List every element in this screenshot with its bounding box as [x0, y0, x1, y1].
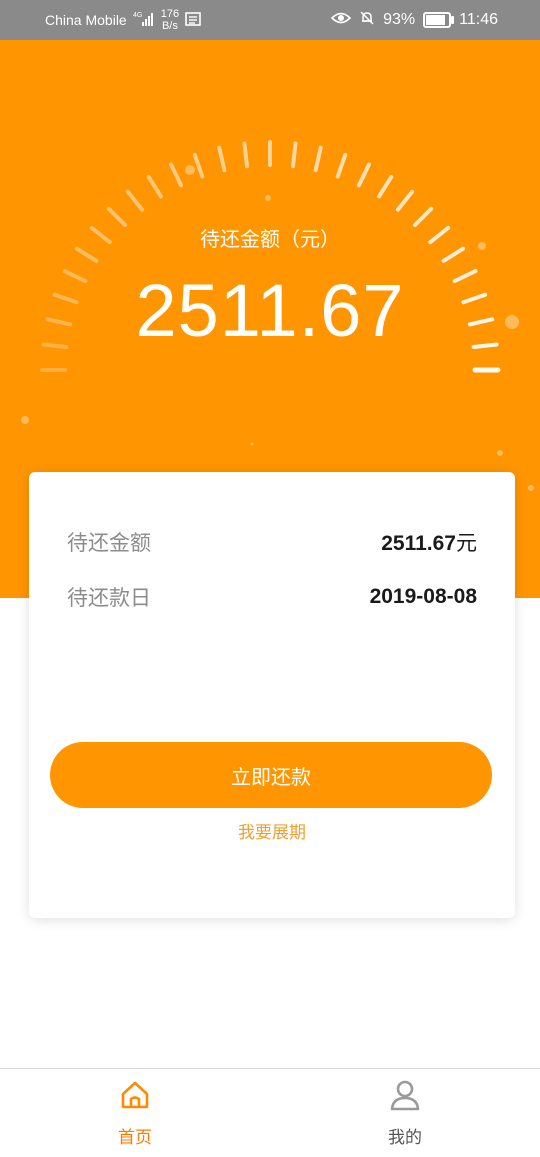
gauge-tick [146, 174, 163, 199]
due-date-label: 待还款日 [67, 586, 151, 610]
status-bar: China Mobile 4G 176 B/s 93% 11:46 [0, 0, 540, 40]
gauge-tick [192, 152, 205, 179]
mute-bell-icon [359, 10, 375, 31]
gauge-tick [125, 189, 145, 212]
due-date-value: 2019-08-08 [369, 585, 477, 608]
repayment-card: 待还金额 2511.67元 待还款日 2019-08-08 立即还款 我要展期 [29, 472, 515, 918]
gauge-sparkle [250, 442, 254, 446]
amount-unit: 元 [456, 531, 477, 555]
gauge-sparkle [497, 450, 503, 456]
eye-icon [330, 11, 352, 30]
home-icon [119, 1079, 151, 1111]
amount-row-label: 待还金额 [67, 531, 151, 555]
status-left: China Mobile 4G 176 B/s [45, 0, 201, 40]
extend-link[interactable]: 我要展期 [29, 818, 515, 843]
gauge-sparkle [21, 416, 29, 424]
hero-label: 待还金额（元） [200, 227, 340, 251]
hero-amount: 2511.67 [135, 269, 405, 352]
gauge-sparkle [265, 195, 271, 201]
due-date-row: 待还款日 2019-08-08 [67, 582, 477, 612]
tab-home-label: 首页 [118, 1128, 152, 1148]
clock: 11:46 [459, 11, 498, 28]
amount-row: 待还金额 2511.67元 [67, 527, 477, 557]
speed-unit: B/s [161, 20, 178, 32]
tab-mine[interactable]: 我的 [335, 1069, 475, 1157]
tab-mine-label: 我的 [388, 1128, 422, 1148]
gauge-tick [313, 145, 323, 173]
battery-percent: 93% [383, 11, 416, 28]
carrier-name: China Mobile [45, 12, 127, 28]
gauge-tick [377, 174, 394, 199]
repay-now-button[interactable]: 立即还款 [50, 742, 492, 808]
profile-icon [389, 1079, 421, 1111]
battery-icon [423, 12, 455, 28]
tab-home[interactable]: 首页 [65, 1069, 205, 1157]
gauge-sparkle [528, 485, 534, 491]
speed-value: 176 [160, 8, 180, 20]
gauge-tick [290, 141, 298, 169]
amount-value: 2511.67 [381, 532, 456, 555]
notification-icon [185, 11, 201, 29]
amount-row-value: 2511.67元 [381, 527, 477, 557]
gauge-tick [335, 152, 348, 179]
gauge-sparkle [185, 165, 195, 175]
gauge-tick [395, 189, 415, 212]
tab-bar: 首页 我的 [0, 1068, 540, 1157]
network-type: 4G [133, 12, 142, 19]
gauge-tick [356, 162, 371, 188]
status-right: 93% 11:46 [330, 0, 498, 40]
network-speed: 176 B/s [161, 8, 179, 32]
gauge-tick [217, 145, 227, 173]
battery-fill [426, 15, 445, 25]
gauge-tick [169, 162, 184, 188]
signal-icon: 4G [133, 11, 155, 30]
gauge-tick [242, 141, 250, 169]
